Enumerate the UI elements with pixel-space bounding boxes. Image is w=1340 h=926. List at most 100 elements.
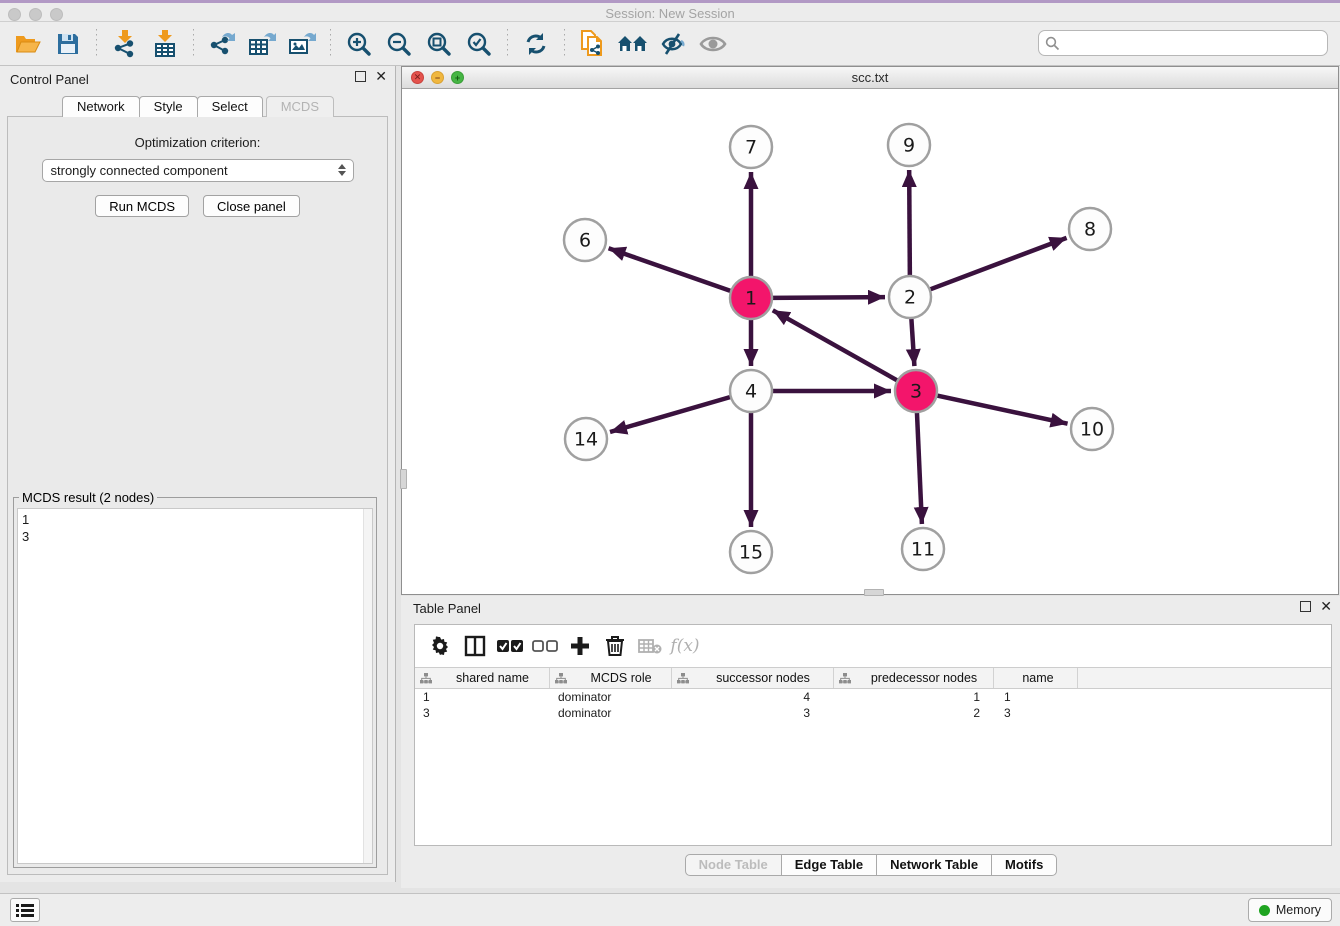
criterion-select[interactable]: strongly connected component xyxy=(42,159,354,182)
mcds-result-values: 1 3 xyxy=(22,512,29,544)
function-builder-icon: f(x) xyxy=(672,633,698,659)
tab-network-table[interactable]: Network Table xyxy=(876,854,992,876)
node-table-body: 1dominator4113dominator323 xyxy=(415,689,1331,721)
graph-node-10[interactable]: 10 xyxy=(1071,408,1113,450)
node-label: 3 xyxy=(910,381,922,403)
network-view-titlebar[interactable]: ✕ − + scc.txt xyxy=(402,67,1338,89)
edge-3-10[interactable] xyxy=(937,395,1068,423)
table-row[interactable]: 3dominator323 xyxy=(415,705,1331,721)
graphics-details-icon[interactable] xyxy=(656,28,690,60)
column-header-label: shared name xyxy=(436,671,549,685)
node-table-header: shared name MCDS rolesuccessor nodesprede… xyxy=(415,668,1331,689)
edge-4-14[interactable] xyxy=(610,397,731,432)
edge-3-1[interactable] xyxy=(773,310,898,380)
table-panel: Table Panel ✕ xyxy=(401,596,1340,888)
eye-icon[interactable] xyxy=(696,28,730,60)
export-network-icon[interactable] xyxy=(205,28,239,60)
add-column-icon[interactable] xyxy=(567,633,593,659)
toolbar-separator xyxy=(193,29,194,59)
node-label: 14 xyxy=(574,429,598,451)
graph-node-4[interactable]: 4 xyxy=(730,370,772,412)
edge-2-9[interactable] xyxy=(909,170,910,276)
window-titlebar: Session: New Session xyxy=(0,0,1340,22)
delete-column-icon[interactable] xyxy=(602,633,628,659)
task-history-button[interactable] xyxy=(10,898,40,922)
tab-network[interactable]: Network xyxy=(62,96,140,117)
graph-node-15[interactable]: 15 xyxy=(730,531,772,573)
import-network-icon[interactable] xyxy=(108,28,142,60)
graph-node-2[interactable]: 2 xyxy=(889,276,931,318)
node-table: shared name MCDS rolesuccessor nodesprede… xyxy=(415,667,1331,721)
graph-node-1[interactable]: 1 xyxy=(730,277,772,319)
run-mcds-button[interactable]: Run MCDS xyxy=(95,195,189,217)
zoom-selected-icon[interactable] xyxy=(462,28,496,60)
node-label: 11 xyxy=(911,539,935,561)
home-icon[interactable] xyxy=(616,28,650,60)
edge-2-3[interactable] xyxy=(911,318,914,366)
import-table-icon[interactable] xyxy=(148,28,182,60)
clone-network-icon[interactable] xyxy=(576,28,610,60)
mcds-result-list[interactable]: 1 3 xyxy=(17,508,373,864)
network-graph[interactable]: 7 9 6 8 1 2 4 3 14 10 15 11 xyxy=(402,90,1338,594)
column-header-shared-name[interactable]: shared name xyxy=(415,668,550,688)
scrollbar-track[interactable] xyxy=(363,509,372,863)
graph-node-8[interactable]: 8 xyxy=(1069,208,1111,250)
column-type-icon xyxy=(839,673,855,684)
edge-2-8[interactable] xyxy=(930,238,1067,290)
open-file-icon[interactable] xyxy=(11,28,45,60)
tab-mcds[interactable]: MCDS xyxy=(266,96,334,117)
column-header-label: MCDS role xyxy=(571,671,671,685)
graph-node-14[interactable]: 14 xyxy=(565,418,607,460)
deselect-all-icon[interactable] xyxy=(532,633,558,659)
select-stepper-icon xyxy=(338,164,346,176)
gear-icon[interactable] xyxy=(427,633,453,659)
edge-1-2[interactable] xyxy=(772,297,885,298)
graph-node-6[interactable]: 6 xyxy=(564,219,606,261)
search-box[interactable] xyxy=(1038,30,1328,56)
zoom-out-icon[interactable] xyxy=(382,28,416,60)
zoom-in-icon[interactable] xyxy=(342,28,376,60)
tab-node-table[interactable]: Node Table xyxy=(685,854,782,876)
float-panel-icon[interactable] xyxy=(1300,601,1311,612)
network-canvas[interactable]: 7 9 6 8 1 2 4 3 14 10 15 11 xyxy=(402,90,1338,594)
close-panel-button[interactable]: Close panel xyxy=(203,195,300,217)
export-table-icon[interactable] xyxy=(245,28,279,60)
memory-button[interactable]: Memory xyxy=(1248,898,1332,922)
column-header-label: name xyxy=(999,671,1077,685)
tab-motifs[interactable]: Motifs xyxy=(991,854,1057,876)
edge-3-11[interactable] xyxy=(917,412,922,524)
column-header-MCDS-role[interactable]: MCDS role xyxy=(550,668,672,688)
splitter-handle[interactable] xyxy=(864,589,884,596)
table-cell: 1 xyxy=(834,690,994,704)
column-header-name[interactable]: name xyxy=(994,668,1078,688)
mcds-result-fieldset: MCDS result (2 nodes) 1 3 xyxy=(13,490,377,868)
tab-edge-table[interactable]: Edge Table xyxy=(781,854,877,876)
float-panel-icon[interactable] xyxy=(355,71,366,82)
refresh-icon[interactable] xyxy=(519,28,553,60)
close-panel-icon[interactable]: ✕ xyxy=(375,71,387,82)
table-cell: 1 xyxy=(994,690,1078,704)
save-session-icon[interactable] xyxy=(51,28,85,60)
column-header-predecessor-nodes[interactable]: predecessor nodes xyxy=(834,668,994,688)
export-image-icon[interactable] xyxy=(285,28,319,60)
select-all-icon[interactable] xyxy=(497,633,523,659)
splitter-handle[interactable] xyxy=(400,469,407,489)
graph-node-7[interactable]: 7 xyxy=(730,126,772,168)
graph-node-3[interactable]: 3 xyxy=(895,370,937,412)
table-cell: 3 xyxy=(415,706,550,720)
tab-style[interactable]: Style xyxy=(139,96,198,117)
tab-select[interactable]: Select xyxy=(197,96,263,117)
window-title: Session: New Session xyxy=(0,6,1340,21)
edge-1-6[interactable] xyxy=(609,248,732,291)
memory-status-icon xyxy=(1259,905,1270,916)
mcds-result-title: MCDS result (2 nodes) xyxy=(19,490,157,505)
zoom-fit-icon[interactable] xyxy=(422,28,456,60)
search-input[interactable] xyxy=(1064,36,1321,51)
graph-node-9[interactable]: 9 xyxy=(888,124,930,166)
split-column-icon[interactable] xyxy=(462,633,488,659)
table-row[interactable]: 1dominator411 xyxy=(415,689,1331,705)
control-panel-tabs: NetworkStyleSelectMCDS xyxy=(0,96,395,117)
column-header-successor-nodes[interactable]: successor nodes xyxy=(672,668,834,688)
graph-node-11[interactable]: 11 xyxy=(902,528,944,570)
close-panel-icon[interactable]: ✕ xyxy=(1320,601,1332,612)
